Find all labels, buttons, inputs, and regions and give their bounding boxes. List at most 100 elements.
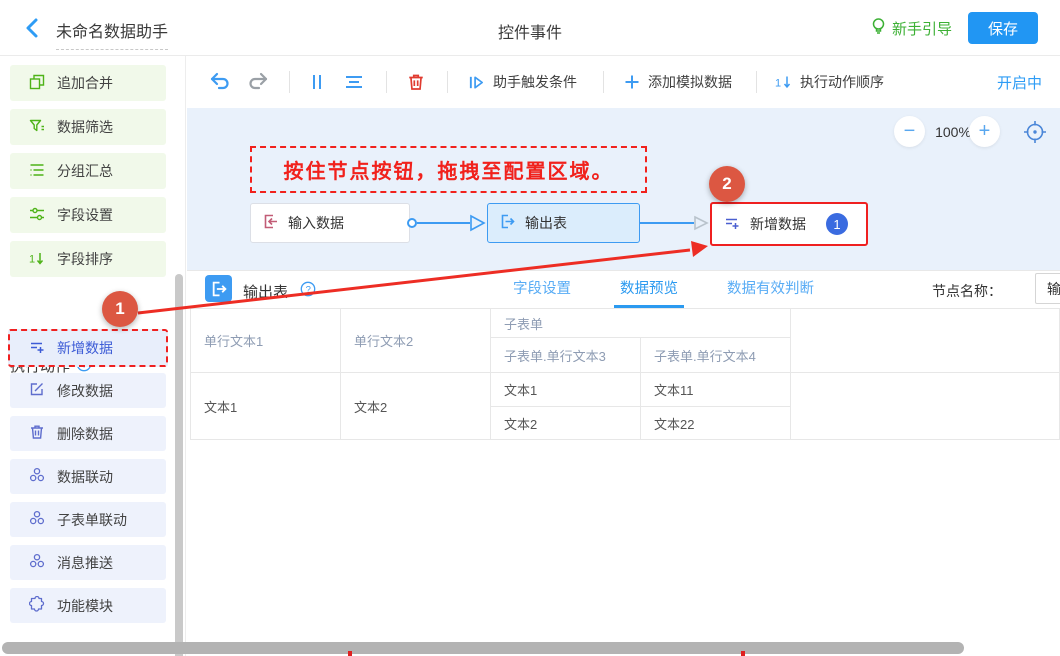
zoom-out-button[interactable]: − (894, 116, 925, 147)
toolbar-divider (603, 71, 604, 93)
sidebar-item-message-push[interactable]: 消息推送 (10, 545, 166, 580)
add-data-icon (29, 339, 45, 358)
input-data-icon (263, 214, 278, 232)
table-cell: 文本22 (641, 407, 791, 440)
sidebar-item-data-linkage[interactable]: 数据联动 (10, 459, 166, 494)
table-row: 文本1 文本2 文本1 文本11 (191, 373, 1060, 407)
tab-field-settings[interactable]: 字段设置 (507, 270, 577, 308)
output-table-panel-icon (205, 275, 232, 302)
column-header: 单行文本1 (191, 309, 341, 373)
toolbar-divider (386, 71, 387, 93)
toolbar-divider (289, 71, 290, 93)
sidebar-item-append-merge[interactable]: 追加合并 (10, 65, 166, 101)
action-order-label[interactable]: 执行动作顺序 (800, 72, 884, 92)
node-name-input[interactable] (1035, 273, 1060, 304)
sidebar-item-label: 字段设置 (57, 205, 113, 225)
tab-data-preview[interactable]: 数据预览 (614, 270, 684, 308)
sidebar-scrollbar[interactable] (175, 274, 183, 656)
node-sidebar: 追加合并 数据筛选 分组汇总 字段设置 1 字段排序 执行动作 ? 新增数据 (0, 56, 186, 656)
node-label: 输入数据 (288, 213, 344, 233)
trigger-condition-label[interactable]: 助手触发条件 (493, 72, 577, 92)
table-cell: 文本1 (491, 373, 641, 407)
sidebar-item-label: 消息推送 (57, 553, 113, 573)
sidebar-item-add-data[interactable]: 新增数据 (8, 329, 168, 367)
annotation-mark (348, 651, 352, 656)
column-header-empty (791, 309, 1060, 373)
sidebar-item-label: 分组汇总 (57, 161, 113, 181)
sidebar-item-function-module[interactable]: 功能模块 (10, 588, 166, 623)
column-group-header: 子表单 (491, 309, 791, 338)
sidebar-item-field-sort[interactable]: 1 字段排序 (10, 241, 166, 277)
table-cell: 文本2 (341, 373, 491, 440)
toolbar-divider (447, 71, 448, 93)
flow-node-output-table[interactable]: 输出表 (487, 203, 640, 243)
sidebar-item-label: 功能模块 (57, 596, 113, 616)
flow-node-input-data[interactable]: 输入数据 (250, 203, 410, 243)
sidebar-item-data-filter[interactable]: 数据筛选 (10, 109, 166, 145)
svg-text:1: 1 (775, 78, 781, 90)
tab-data-validation[interactable]: 数据有效判断 (721, 270, 820, 308)
delete-node-icon[interactable] (407, 73, 425, 91)
table-cell: 文本11 (641, 373, 791, 407)
data-preview-table: 单行文本1 单行文本2 子表单 子表单.单行文本3 子表单.单行文本4 文本1 … (190, 308, 1060, 440)
save-button[interactable]: 保存 (968, 12, 1038, 44)
sidebar-item-label: 删除数据 (57, 424, 113, 444)
connector-dot[interactable] (407, 218, 417, 228)
message-push-icon (29, 553, 45, 572)
action-order-icon[interactable]: 1 (775, 74, 792, 90)
canvas-toolbar: 助手触发条件 添加模拟数据 1 执行动作顺序 开启中 (187, 56, 1060, 108)
sidebar-item-label: 数据筛选 (57, 117, 113, 137)
node-label: 新增数据 (750, 214, 806, 234)
toolbar-divider (756, 71, 757, 93)
edit-icon (29, 381, 45, 400)
sidebar-item-label: 修改数据 (57, 381, 113, 401)
sidebar-item-modify-data[interactable]: 修改数据 (10, 373, 166, 408)
output-table-icon (500, 214, 515, 232)
lightbulb-icon (870, 17, 887, 39)
svg-text:1: 1 (29, 253, 35, 265)
plus-icon: + (979, 120, 991, 143)
beginner-guide-label: 新手引导 (892, 18, 952, 39)
panel-help-icon[interactable]: ? (300, 281, 316, 302)
sidebar-item-label: 字段排序 (57, 249, 113, 269)
subform-linkage-icon (29, 510, 45, 529)
zoom-in-button[interactable]: + (969, 116, 1000, 147)
add-mock-data-label[interactable]: 添加模拟数据 (648, 72, 732, 92)
linkage-icon (29, 467, 45, 486)
merge-icon (29, 74, 45, 93)
undo-icon[interactable] (209, 72, 231, 92)
node-name-label: 节点名称： (932, 281, 1002, 301)
table-cell: 文本2 (491, 407, 641, 440)
drag-hint-tooltip: 按住节点按钮，拖拽至配置区域。 (250, 146, 647, 193)
column-header: 单行文本2 (341, 309, 491, 373)
group-summary-icon (29, 162, 45, 181)
trigger-condition-icon[interactable] (468, 74, 485, 91)
sidebar-item-label: 新增数据 (57, 338, 113, 358)
table-cell: 文本1 (191, 373, 341, 440)
redo-icon[interactable] (247, 72, 269, 92)
sidebar-item-label: 子表单联动 (57, 510, 127, 530)
beginner-guide-link[interactable]: 新手引导 (870, 17, 952, 39)
minus-icon: − (904, 120, 916, 143)
add-mock-data-icon[interactable] (624, 74, 640, 90)
align-horizontal-icon[interactable] (308, 73, 326, 91)
panel-node-title: 输出表 (243, 281, 288, 302)
column-subheader: 子表单.单行文本3 (491, 338, 641, 373)
sidebar-item-group-summary[interactable]: 分组汇总 (10, 153, 166, 189)
app-window: 未命名数据助手 控件事件 新手引导 保存 追加合并 数据筛选 分组汇总 字段设置 (0, 0, 1060, 656)
filter-icon (29, 118, 45, 137)
fit-view-icon[interactable] (1022, 119, 1048, 150)
horizontal-scrollbar[interactable] (2, 642, 964, 654)
sidebar-item-delete-data[interactable]: 删除数据 (10, 416, 166, 451)
annotation-mark (741, 651, 745, 656)
table-cell-empty (791, 373, 1060, 440)
add-data-icon (724, 215, 740, 234)
status-toggle[interactable]: 开启中 (997, 72, 1042, 93)
flow-node-add-data[interactable]: 新增数据 1 (710, 202, 868, 246)
trash-icon (29, 424, 45, 443)
module-icon (29, 596, 45, 615)
align-vertical-icon[interactable] (344, 73, 364, 91)
column-subheader: 子表单.单行文本4 (641, 338, 791, 373)
sidebar-item-subform-linkage[interactable]: 子表单联动 (10, 502, 166, 537)
sidebar-item-field-settings[interactable]: 字段设置 (10, 197, 166, 233)
